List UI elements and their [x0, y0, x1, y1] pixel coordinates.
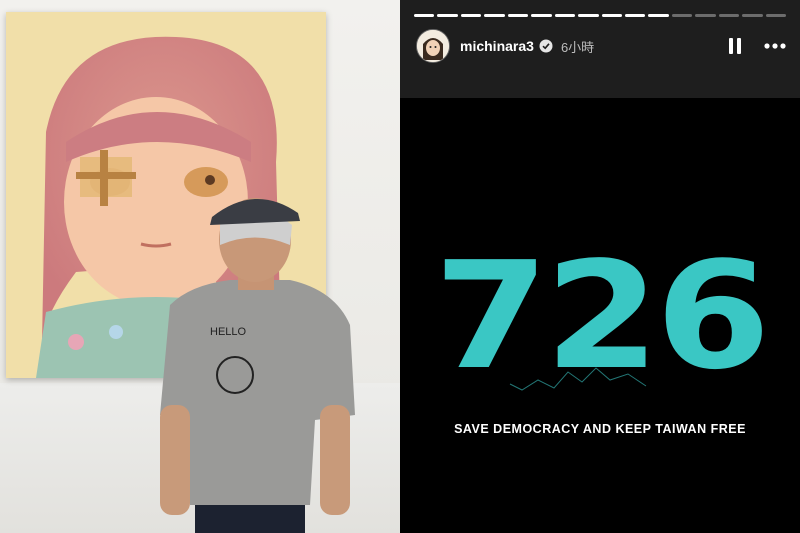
verified-check-icon [539, 39, 553, 53]
story-header: michinara3 6小時 [400, 0, 800, 98]
svg-text:HELLO: HELLO [210, 326, 247, 338]
story-user-row: michinara3 6小時 [416, 28, 786, 64]
progress-segment [765, 14, 786, 17]
story-viewer: michinara3 6小時 726 SAVE DEMOCRACY AND KE… [400, 0, 800, 533]
story-controls [728, 37, 786, 55]
progress-segment [437, 14, 458, 17]
avatar[interactable] [416, 29, 450, 63]
person-figure: HELLO [160, 198, 355, 533]
progress-segment [414, 14, 435, 17]
progress-segment [460, 14, 482, 17]
avatar-girl-icon [417, 30, 449, 62]
progress-segment [554, 14, 576, 17]
progress-segment [484, 14, 505, 17]
progress-segment [671, 14, 693, 17]
progress-segment [531, 14, 552, 17]
story-progress-bar [414, 14, 786, 17]
pause-icon[interactable] [728, 37, 742, 55]
progress-segment [507, 14, 529, 17]
progress-segment [578, 14, 599, 17]
story-tagline: SAVE DEMOCRACY AND KEEP TAIWAN FREE [454, 422, 746, 436]
more-options-icon[interactable] [764, 43, 786, 49]
progress-segment [718, 14, 740, 17]
progress-segment [695, 14, 716, 17]
story-content[interactable]: 726 SAVE DEMOCRACY AND KEEP TAIWAN FREE [400, 98, 800, 533]
progress-segment [601, 14, 622, 17]
progress-segment [624, 14, 646, 17]
photo-panel: HELLO [0, 0, 400, 533]
story-timestamp: 6小時 [560, 39, 595, 55]
progress-segment [742, 14, 763, 17]
progress-segment [648, 14, 669, 17]
story-username[interactable]: michinara3 [460, 38, 534, 54]
mountain-silhouette-icon [450, 367, 750, 414]
